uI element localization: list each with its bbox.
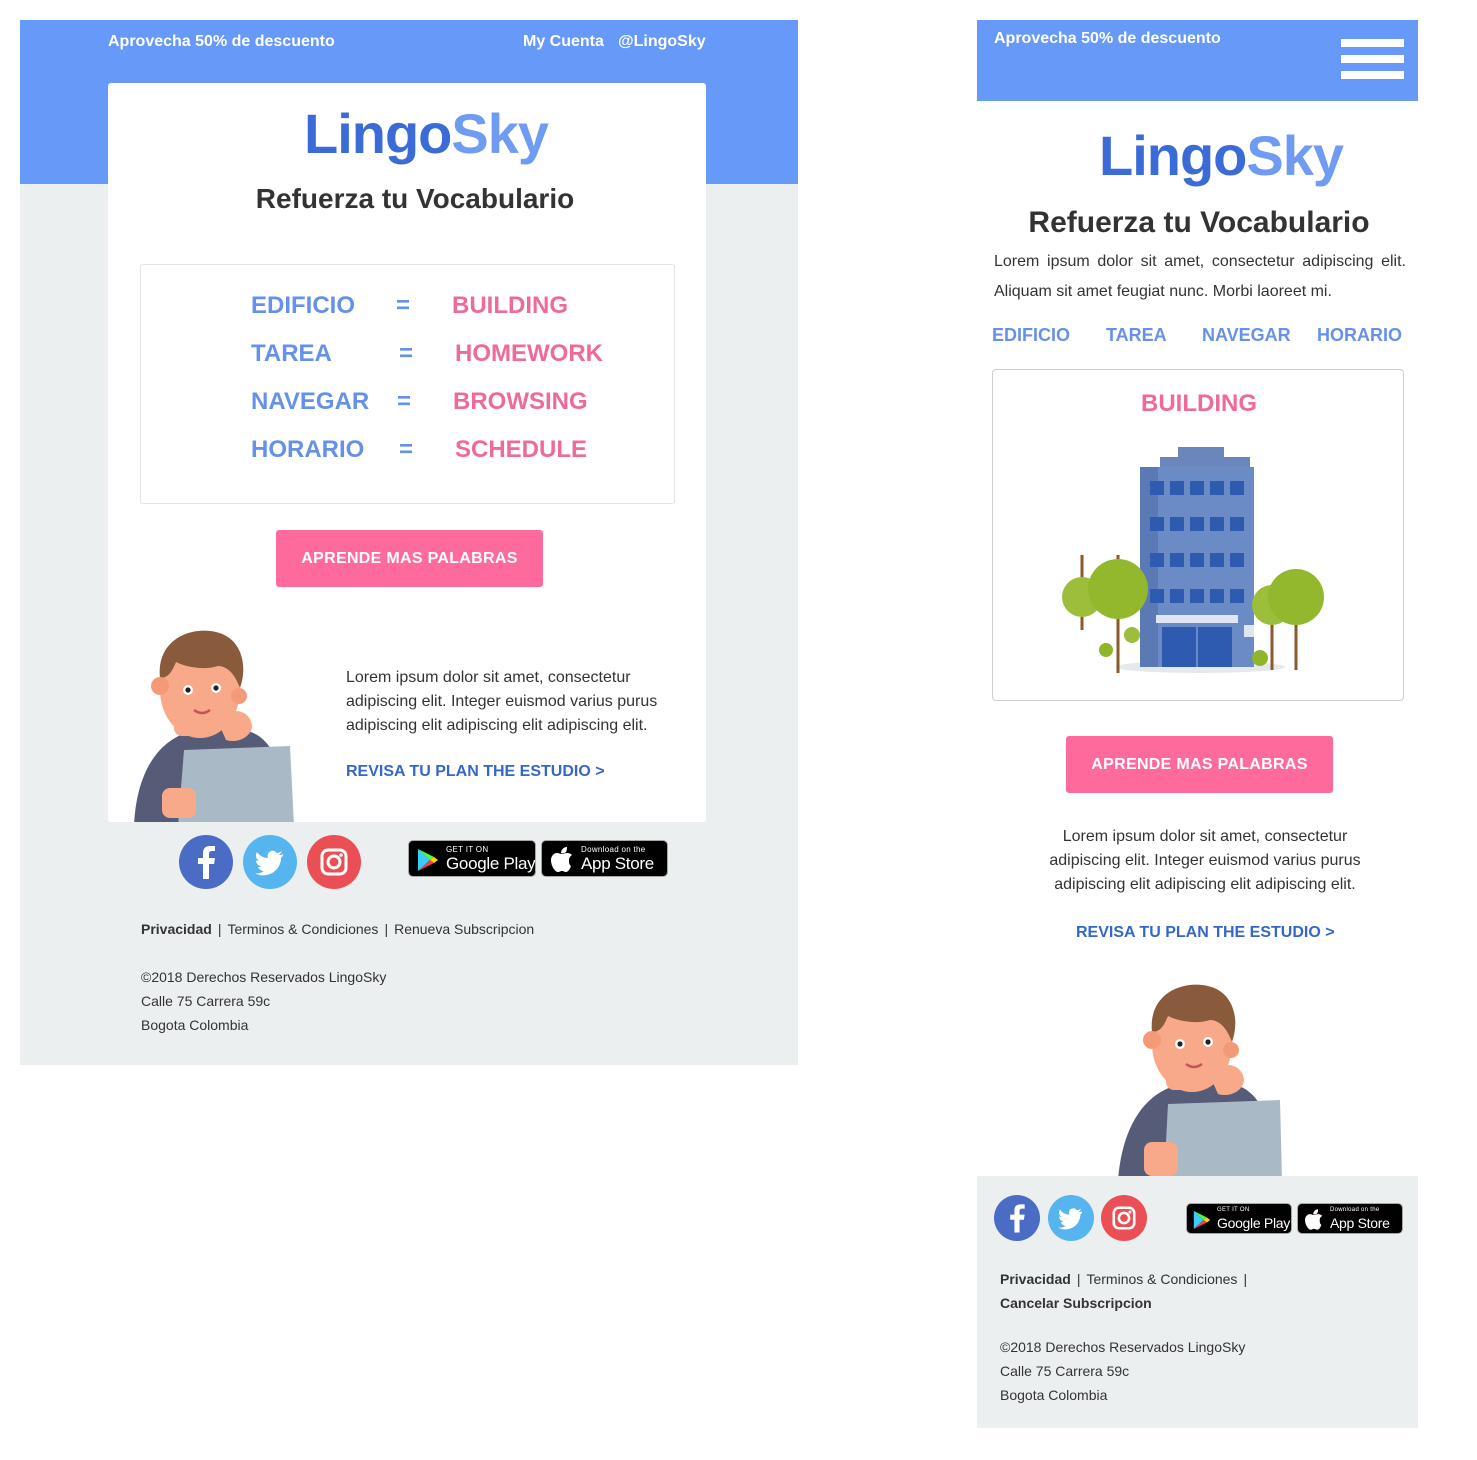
body-text: Lorem ipsum dolor sit amet, consectetur … <box>346 669 658 734</box>
student-illustration <box>1114 980 1284 1185</box>
google-play-big-text: Google Play <box>1217 1215 1290 1231</box>
desktop-email: Aprovecha 50% de descuento My Cuenta @Li… <box>20 20 798 1065</box>
google-play-big-text: Google Play <box>446 854 536 873</box>
cancel-subscription-link[interactable]: Cancelar Subscripcion <box>1000 1295 1152 1311</box>
vocab-english: SCHEDULE <box>455 436 588 463</box>
body-text: Lorem ipsum dolor sit amet, consectetur … <box>1049 828 1361 893</box>
app-store-big-text: App Store <box>581 854 654 873</box>
footer-separator: | <box>217 921 222 937</box>
apple-icon <box>551 847 572 872</box>
logo-part-lingo: Lingo <box>304 102 452 165</box>
footer-address: ©2018 Derechos Reservados LingoSky Calle… <box>1000 1335 1245 1407</box>
footer-links: Privacidad | Terminos & Condiciones | Renuev… <box>141 921 534 937</box>
footer-address: ©2018 Derechos Reservados LingoSky Calle… <box>141 965 386 1037</box>
footer-separator: | <box>1243 1271 1248 1287</box>
address-line: Calle 75 Carrera 59c <box>141 993 271 1009</box>
privacy-link[interactable]: Privacidad <box>1000 1271 1071 1287</box>
address-line: Bogota Colombia <box>1000 1387 1108 1403</box>
app-store-big-text: App Store <box>1330 1215 1390 1231</box>
tab-tarea[interactable]: TAREA <box>1106 325 1167 346</box>
facebook-icon[interactable] <box>179 835 233 889</box>
app-store-badge[interactable]: Download on the App Store <box>1297 1203 1403 1234</box>
vocab-equals: = <box>396 292 411 319</box>
google-play-badge[interactable]: GET IT ON Google Play <box>408 840 536 877</box>
twitter-icon[interactable] <box>1048 1195 1094 1241</box>
app-store-badge[interactable]: Download on the App Store <box>541 840 668 877</box>
twitter-icon[interactable] <box>243 835 297 889</box>
mobile-footer: GET IT ON Google Play Download on the Ap… <box>977 1176 1418 1428</box>
vocab-spanish: NAVEGAR <box>251 388 370 415</box>
vocab-spanish: EDIFICIO <box>251 292 356 319</box>
mobile-email: Aprovecha 50% de descuento LingoSky Refu… <box>977 20 1418 1428</box>
instagram-icon[interactable] <box>1101 1195 1147 1241</box>
intro-text: Lorem ipsum dolor sit amet, consectetur … <box>994 253 1406 300</box>
footer-separator: | <box>1076 1271 1081 1287</box>
promo-link[interactable]: Aprovecha 50% de descuento <box>994 30 1221 48</box>
google-play-small-text: GET IT ON <box>1217 1207 1250 1213</box>
google-play-icon <box>1193 1211 1211 1229</box>
google-play-small-text: GET IT ON <box>446 845 489 854</box>
student-illustration <box>126 626 296 822</box>
vocab-spanish: HORARIO <box>251 436 365 463</box>
study-plan-link[interactable]: REVISA TU PLAN THE ESTUDIO > <box>1076 924 1335 942</box>
page-title: Refuerza tu Vocabulario <box>1028 206 1370 239</box>
app-store-small-text: Download on the <box>1330 1207 1380 1213</box>
terms-link[interactable]: Terminos & Condiciones <box>227 921 378 937</box>
logo-part-sky: Sky <box>1246 124 1344 187</box>
google-play-badge[interactable]: GET IT ON Google Play <box>1186 1203 1292 1234</box>
logo[interactable]: LingoSky <box>304 101 549 166</box>
tab-navegar[interactable]: NAVEGAR <box>1202 325 1291 346</box>
vocab-equals: = <box>397 388 412 415</box>
page-title: Refuerza tu Vocabulario <box>255 183 575 214</box>
terms-link[interactable]: Terminos & Condiciones <box>1086 1271 1237 1287</box>
tab-edificio[interactable]: EDIFICIO <box>992 325 1070 346</box>
learn-more-words-button[interactable]: APRENDE MAS PALABRAS <box>1066 736 1333 793</box>
tab-horario[interactable]: HORARIO <box>1317 325 1402 346</box>
vocab-table: EDIFICIO = BUILDING TAREA = HOMEWORK NAV… <box>140 264 675 504</box>
vocab-english: BUILDING <box>452 292 568 319</box>
logo-part-sky: Sky <box>451 102 549 165</box>
vocab-equals: = <box>399 436 414 463</box>
study-plan-link[interactable]: REVISA TU PLAN THE ESTUDIO > <box>346 763 605 781</box>
copyright-text: ©2018 Derechos Reservados LingoSky <box>1000 1339 1246 1355</box>
content-card: LingoSky Refuerza tu Vocabulario EDIFICI… <box>108 83 706 822</box>
account-link[interactable]: My Cuenta <box>523 33 604 51</box>
word-card: BUILDING <box>992 369 1404 701</box>
footer-links: Privacidad | Terminos & Condiciones | Cance… <box>1000 1267 1253 1315</box>
vocab-spanish: TAREA <box>251 340 332 367</box>
learn-more-words-button[interactable]: APRENDE MAS PALABRAS <box>276 530 543 587</box>
promo-link[interactable]: Aprovecha 50% de descuento <box>108 33 335 51</box>
google-play-icon <box>418 849 438 871</box>
vocab-english: HOMEWORK <box>455 340 603 367</box>
vocab-equals: = <box>399 340 414 367</box>
copyright-text: ©2018 Derechos Reservados LingoSky <box>141 969 387 985</box>
vocab-english: BROWSING <box>453 388 588 415</box>
english-word: BUILDING <box>1141 390 1257 417</box>
hamburger-icon[interactable] <box>1341 39 1404 79</box>
instagram-icon[interactable] <box>307 835 361 889</box>
social-handle-link[interactable]: @LingoSky <box>618 33 706 51</box>
app-store-small-text: Download on the <box>581 845 646 854</box>
address-line: Bogota Colombia <box>141 1017 249 1033</box>
logo[interactable]: LingoSky <box>1099 123 1344 188</box>
renew-subscription-link[interactable]: Renueva Subscripcion <box>394 921 534 937</box>
address-line: Calle 75 Carrera 59c <box>1000 1363 1130 1379</box>
facebook-icon[interactable] <box>994 1195 1040 1241</box>
footer-separator: | <box>384 921 389 937</box>
logo-part-lingo: Lingo <box>1099 124 1247 187</box>
apple-icon <box>1305 1209 1323 1230</box>
building-illustration <box>1060 445 1330 685</box>
privacy-link[interactable]: Privacidad <box>141 921 212 937</box>
